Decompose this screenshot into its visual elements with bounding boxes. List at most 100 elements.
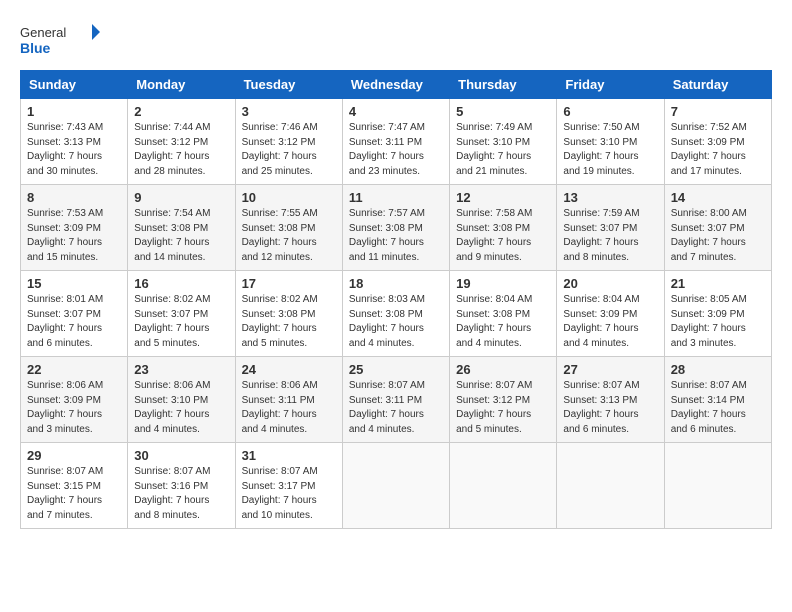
- calendar-cell: 13 Sunrise: 7:59 AM Sunset: 3:07 PM Dayli…: [557, 185, 664, 271]
- day-number: 4: [349, 104, 443, 119]
- calendar-cell: 12 Sunrise: 7:58 AM Sunset: 3:08 PM Dayli…: [450, 185, 557, 271]
- day-info: Sunrise: 8:07 AM Sunset: 3:15 PM Dayligh…: [27, 465, 121, 523]
- day-number: 5: [456, 104, 550, 119]
- day-number: 20: [563, 276, 657, 291]
- calendar-cell: 2 Sunrise: 7:44 AM Sunset: 3:12 PM Daylig…: [128, 99, 235, 185]
- calendar-cell: 23 Sunrise: 8:06 AM Sunset: 3:10 PM Dayli…: [128, 357, 235, 443]
- day-info: Sunrise: 7:57 AM Sunset: 3:08 PM Dayligh…: [349, 207, 443, 265]
- day-header-sunday: Sunday: [21, 71, 128, 99]
- day-number: 6: [563, 104, 657, 119]
- calendar-cell: 19 Sunrise: 8:04 AM Sunset: 3:08 PM Dayli…: [450, 271, 557, 357]
- calendar-cell: 29 Sunrise: 8:07 AM Sunset: 3:15 PM Dayli…: [21, 443, 128, 529]
- day-info: Sunrise: 7:43 AM Sunset: 3:13 PM Dayligh…: [27, 121, 121, 179]
- calendar-cell: 17Sunrise: 8:02 AM Sunset: 3:08 PM Dayli…: [235, 271, 342, 357]
- calendar-cell: 31 Sunrise: 8:07 AM Sunset: 3:17 PM Dayli…: [235, 443, 342, 529]
- day-info: Sunrise: 8:01 AM Sunset: 3:07 PM Dayligh…: [27, 293, 121, 351]
- calendar-cell: 1 Sunrise: 7:43 AM Sunset: 3:13 PM Daylig…: [21, 99, 128, 185]
- day-number: 29: [27, 448, 121, 463]
- day-header-wednesday: Wednesday: [342, 71, 449, 99]
- calendar-cell: 9Sunrise: 7:54 AM Sunset: 3:08 PM Daylig…: [128, 185, 235, 271]
- day-number: 30: [134, 448, 228, 463]
- day-number: 12: [456, 190, 550, 205]
- calendar-cell: [664, 443, 771, 529]
- calendar-cell: 24 Sunrise: 8:06 AM Sunset: 3:11 PM Dayli…: [235, 357, 342, 443]
- day-info: Sunrise: 7:53 AM Sunset: 3:09 PM Dayligh…: [27, 207, 121, 265]
- day-number: 18: [349, 276, 443, 291]
- day-number: 31: [242, 448, 336, 463]
- calendar-cell: 26 Sunrise: 8:07 AM Sunset: 3:12 PM Dayli…: [450, 357, 557, 443]
- calendar-cell: 18Sunrise: 8:03 AM Sunset: 3:08 PM Dayli…: [342, 271, 449, 357]
- day-number: 19: [456, 276, 550, 291]
- day-info: Sunrise: 7:46 AM Sunset: 3:12 PM Dayligh…: [242, 121, 336, 179]
- day-info: Sunrise: 7:54 AM Sunset: 3:08 PM Dayligh…: [134, 207, 228, 265]
- day-number: 28: [671, 362, 765, 377]
- day-header-friday: Friday: [557, 71, 664, 99]
- day-number: 16: [134, 276, 228, 291]
- week-row-5: 29 Sunrise: 8:07 AM Sunset: 3:15 PM Dayli…: [21, 443, 772, 529]
- week-row-4: 22 Sunrise: 8:06 AM Sunset: 3:09 PM Dayli…: [21, 357, 772, 443]
- svg-text:General: General: [20, 25, 66, 40]
- day-info: Sunrise: 7:55 AM Sunset: 3:08 PM Dayligh…: [242, 207, 336, 265]
- calendar-cell: 28Sunrise: 8:07 AM Sunset: 3:14 PM Dayli…: [664, 357, 771, 443]
- day-info: Sunrise: 8:07 AM Sunset: 3:12 PM Dayligh…: [456, 379, 550, 437]
- day-info: Sunrise: 8:05 AM Sunset: 3:09 PM Dayligh…: [671, 293, 765, 351]
- day-info: Sunrise: 8:04 AM Sunset: 3:09 PM Dayligh…: [563, 293, 657, 351]
- calendar-cell: 15 Sunrise: 8:01 AM Sunset: 3:07 PM Dayli…: [21, 271, 128, 357]
- calendar-cell: 7 Sunrise: 7:52 AM Sunset: 3:09 PM Daylig…: [664, 99, 771, 185]
- day-number: 2: [134, 104, 228, 119]
- day-info: Sunrise: 7:49 AM Sunset: 3:10 PM Dayligh…: [456, 121, 550, 179]
- calendar-cell: 6 Sunrise: 7:50 AM Sunset: 3:10 PM Daylig…: [557, 99, 664, 185]
- calendar-cell: 21 Sunrise: 8:05 AM Sunset: 3:09 PM Dayli…: [664, 271, 771, 357]
- day-number: 25: [349, 362, 443, 377]
- day-number: 22: [27, 362, 121, 377]
- day-number: 3: [242, 104, 336, 119]
- day-info: Sunrise: 8:06 AM Sunset: 3:10 PM Dayligh…: [134, 379, 228, 437]
- day-number: 10: [242, 190, 336, 205]
- day-info: Sunrise: 8:06 AM Sunset: 3:09 PM Dayligh…: [27, 379, 121, 437]
- calendar-cell: [342, 443, 449, 529]
- week-row-3: 15 Sunrise: 8:01 AM Sunset: 3:07 PM Dayli…: [21, 271, 772, 357]
- calendar-cell: 11Sunrise: 7:57 AM Sunset: 3:08 PM Dayli…: [342, 185, 449, 271]
- day-number: 24: [242, 362, 336, 377]
- day-header-thursday: Thursday: [450, 71, 557, 99]
- header: General Blue: [20, 20, 772, 60]
- day-number: 23: [134, 362, 228, 377]
- calendar-cell: 5 Sunrise: 7:49 AM Sunset: 3:10 PM Daylig…: [450, 99, 557, 185]
- day-info: Sunrise: 8:07 AM Sunset: 3:13 PM Dayligh…: [563, 379, 657, 437]
- svg-text:Blue: Blue: [20, 40, 51, 56]
- day-info: Sunrise: 8:06 AM Sunset: 3:11 PM Dayligh…: [242, 379, 336, 437]
- calendar-table: SundayMondayTuesdayWednesdayThursdayFrid…: [20, 70, 772, 529]
- day-header-monday: Monday: [128, 71, 235, 99]
- calendar-cell: 20 Sunrise: 8:04 AM Sunset: 3:09 PM Dayli…: [557, 271, 664, 357]
- day-number: 13: [563, 190, 657, 205]
- day-number: 26: [456, 362, 550, 377]
- calendar-cell: 16Sunrise: 8:02 AM Sunset: 3:07 PM Dayli…: [128, 271, 235, 357]
- day-info: Sunrise: 8:02 AM Sunset: 3:08 PM Dayligh…: [242, 293, 336, 351]
- calendar-cell: 8Sunrise: 7:53 AM Sunset: 3:09 PM Daylig…: [21, 185, 128, 271]
- calendar-cell: 3 Sunrise: 7:46 AM Sunset: 3:12 PM Daylig…: [235, 99, 342, 185]
- day-header-tuesday: Tuesday: [235, 71, 342, 99]
- logo: General Blue: [20, 20, 100, 60]
- calendar-cell: 22 Sunrise: 8:06 AM Sunset: 3:09 PM Dayli…: [21, 357, 128, 443]
- day-number: 1: [27, 104, 121, 119]
- calendar-cell: [557, 443, 664, 529]
- calendar-cell: 25 Sunrise: 8:07 AM Sunset: 3:11 PM Dayli…: [342, 357, 449, 443]
- day-info: Sunrise: 7:52 AM Sunset: 3:09 PM Dayligh…: [671, 121, 765, 179]
- calendar-cell: 14Sunrise: 8:00 AM Sunset: 3:07 PM Dayli…: [664, 185, 771, 271]
- day-number: 15: [27, 276, 121, 291]
- day-info: Sunrise: 7:58 AM Sunset: 3:08 PM Dayligh…: [456, 207, 550, 265]
- day-number: 27: [563, 362, 657, 377]
- day-info: Sunrise: 7:59 AM Sunset: 3:07 PM Dayligh…: [563, 207, 657, 265]
- day-info: Sunrise: 8:04 AM Sunset: 3:08 PM Dayligh…: [456, 293, 550, 351]
- day-info: Sunrise: 8:07 AM Sunset: 3:17 PM Dayligh…: [242, 465, 336, 523]
- day-info: Sunrise: 8:07 AM Sunset: 3:11 PM Dayligh…: [349, 379, 443, 437]
- calendar-cell: 10 Sunrise: 7:55 AM Sunset: 3:08 PM Dayli…: [235, 185, 342, 271]
- calendar-cell: 4Sunrise: 7:47 AM Sunset: 3:11 PM Daylig…: [342, 99, 449, 185]
- day-number: 7: [671, 104, 765, 119]
- calendar-cell: 27 Sunrise: 8:07 AM Sunset: 3:13 PM Dayli…: [557, 357, 664, 443]
- week-row-2: 8Sunrise: 7:53 AM Sunset: 3:09 PM Daylig…: [21, 185, 772, 271]
- day-info: Sunrise: 7:44 AM Sunset: 3:12 PM Dayligh…: [134, 121, 228, 179]
- logo-icon: General Blue: [20, 20, 100, 60]
- day-number: 21: [671, 276, 765, 291]
- day-info: Sunrise: 7:50 AM Sunset: 3:10 PM Dayligh…: [563, 121, 657, 179]
